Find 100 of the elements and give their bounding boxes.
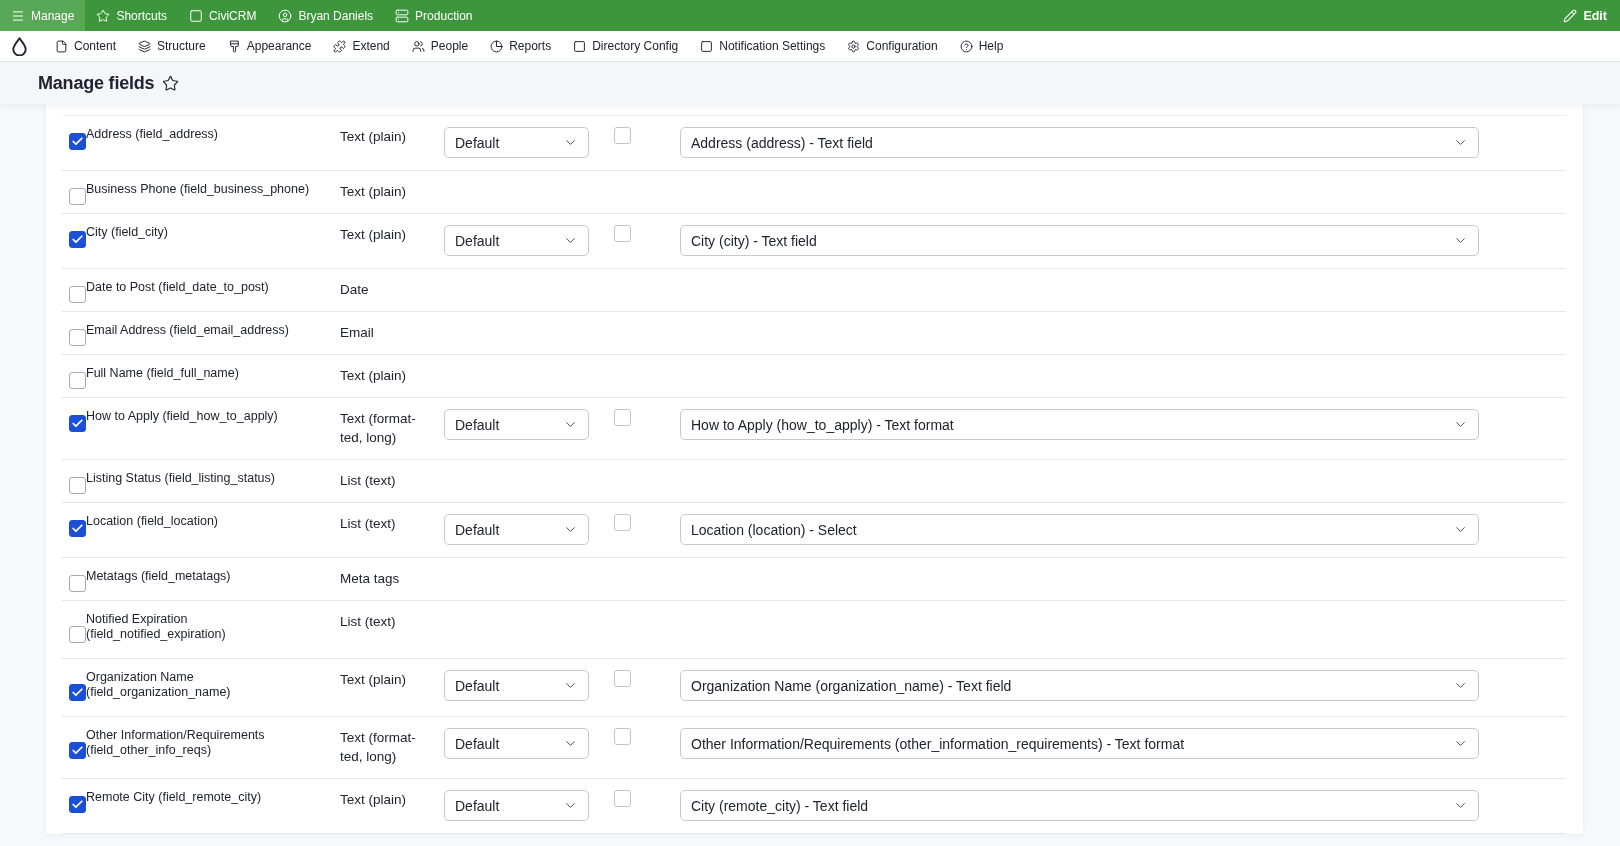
checkbox[interactable] [69,477,86,494]
field-type-text: Text (plain) [340,791,408,809]
select-dropdown[interactable]: Default [444,225,589,256]
field-label: Location (field_location) [86,514,220,529]
select-dropdown[interactable]: Default [444,127,589,158]
field-type-text: List (text) [340,472,397,490]
field-type-text: Text (plain) [340,183,408,201]
settings-icon [847,39,861,53]
field-label: Remote City (field_remote_city) [86,790,263,805]
field-label: Full Name (field_full_name) [86,366,240,381]
puzzle-icon [333,39,347,53]
select-dropdown[interactable]: How to Apply (how_to_apply) - Text format [680,409,1479,440]
checkbox[interactable] [614,225,631,242]
menu-icon [11,8,25,23]
checkbox[interactable] [69,372,86,389]
pie-chart-icon [490,39,504,53]
field-type-text: List (text) [340,613,397,631]
check-icon [71,685,84,699]
checkbox[interactable] [614,409,631,426]
pencil-icon [1563,8,1578,23]
field-label: Other Information/Requirements (field_other_info_reqs) [86,728,266,758]
star-icon[interactable] [162,74,180,92]
menu-link[interactable]: Content [44,31,128,61]
checkbox[interactable] [69,796,86,813]
drop-logo[interactable] [12,36,27,56]
menu-link[interactable]: Reports [479,31,563,61]
checkbox[interactable] [69,741,86,759]
menu-link[interactable]: Configuration [836,31,949,61]
check-icon [71,743,84,757]
menu-link[interactable]: People [400,31,480,61]
field-type-text: Date [340,281,370,299]
select-dropdown[interactable]: Organization Name (organization_name) - Text field [680,670,1479,701]
checkbox[interactable] [614,728,631,745]
field-label: Notified Expiration (field_notified_expiration) [86,612,227,642]
toolbar-tab[interactable]: Production [384,0,484,31]
field-label: Metatags (field_metatags) [86,569,232,584]
star-icon [96,8,111,23]
check-icon [71,522,84,535]
file-icon [55,39,68,53]
select-dropdown[interactable]: Location (location) - Select [680,514,1479,545]
menu-link[interactable]: Appearance [216,31,323,61]
checkbox[interactable] [69,286,86,303]
select-dropdown[interactable]: Default [444,514,589,545]
field-type-text: List (text) [340,515,397,533]
toolbar-tab[interactable]: CiviCRM [178,0,268,31]
select-dropdown[interactable]: Default [444,670,589,701]
select-dropdown[interactable]: Other Information/Requirements (other_information_requirements) - Text format [680,728,1479,759]
checkbox[interactable] [69,133,86,150]
field-label: How to Apply (field_how_to_apply) [86,409,279,424]
toolbar-tab[interactable]: Shortcuts [85,0,179,31]
select-dropdown[interactable]: Default [444,790,589,821]
checkbox[interactable] [614,127,631,144]
checkbox[interactable] [69,329,86,346]
select-dropdown[interactable]: Default [444,728,589,759]
checkbox[interactable] [69,415,86,432]
checkbox[interactable] [614,514,631,531]
paintbrush-icon [227,39,241,53]
edit-button[interactable]: Edit [1550,0,1620,31]
field-type-text: Meta tags [340,570,401,588]
checkbox[interactable] [69,575,86,592]
field-label: Organization Name (field_organization_name) [86,670,232,700]
checkbox[interactable] [69,683,86,701]
checkbox[interactable] [69,625,86,643]
checkbox[interactable] [614,670,631,687]
square-icon [573,39,587,53]
select-dropdown[interactable]: City (city) - Text field [680,225,1479,256]
checkbox[interactable] [69,188,86,205]
check-icon [71,233,84,246]
field-label: City (field_city) [86,225,169,240]
checkbox[interactable] [69,520,86,537]
layers-icon [138,39,152,53]
menu-link[interactable]: Directory Config [562,31,690,61]
users-icon [411,39,425,53]
menu-link[interactable]: Structure [127,31,217,61]
select-dropdown[interactable]: Default [444,409,589,440]
field-type-text: Text (plain) [340,367,408,385]
field-type-text: Text (plain) [340,128,408,146]
menu-link[interactable]: Notification Settings [689,31,837,61]
field-type-text: Text (format-ted, long) [340,410,417,447]
check-icon [71,798,84,811]
user-circle-icon [278,8,293,23]
checkbox[interactable] [69,231,86,248]
menu-link[interactable]: Extend [322,31,401,61]
field-label: Date to Post (field_date_to_post) [86,280,270,295]
menu-link[interactable]: Help [948,31,1015,61]
square-icon [700,39,714,53]
help-icon [959,39,973,53]
toolbar-tab[interactable]: Bryan Daniels [267,0,385,31]
field-type-text: Text (plain) [340,671,408,689]
page-title: Manage fields [38,72,155,94]
select-dropdown[interactable]: City (remote_city) - Text field [680,790,1479,821]
select-dropdown[interactable]: Address (address) - Text field [680,127,1479,158]
check-icon [71,135,84,148]
square-icon [189,8,204,23]
server-icon [395,8,410,23]
field-label: Business Phone (field_business_phone) [86,182,311,197]
field-type-text: Text (format-ted, long) [340,729,417,766]
field-label: Email Address (field_email_address) [86,323,290,338]
field-label: Address (field_address) [86,127,219,142]
checkbox[interactable] [614,790,631,807]
